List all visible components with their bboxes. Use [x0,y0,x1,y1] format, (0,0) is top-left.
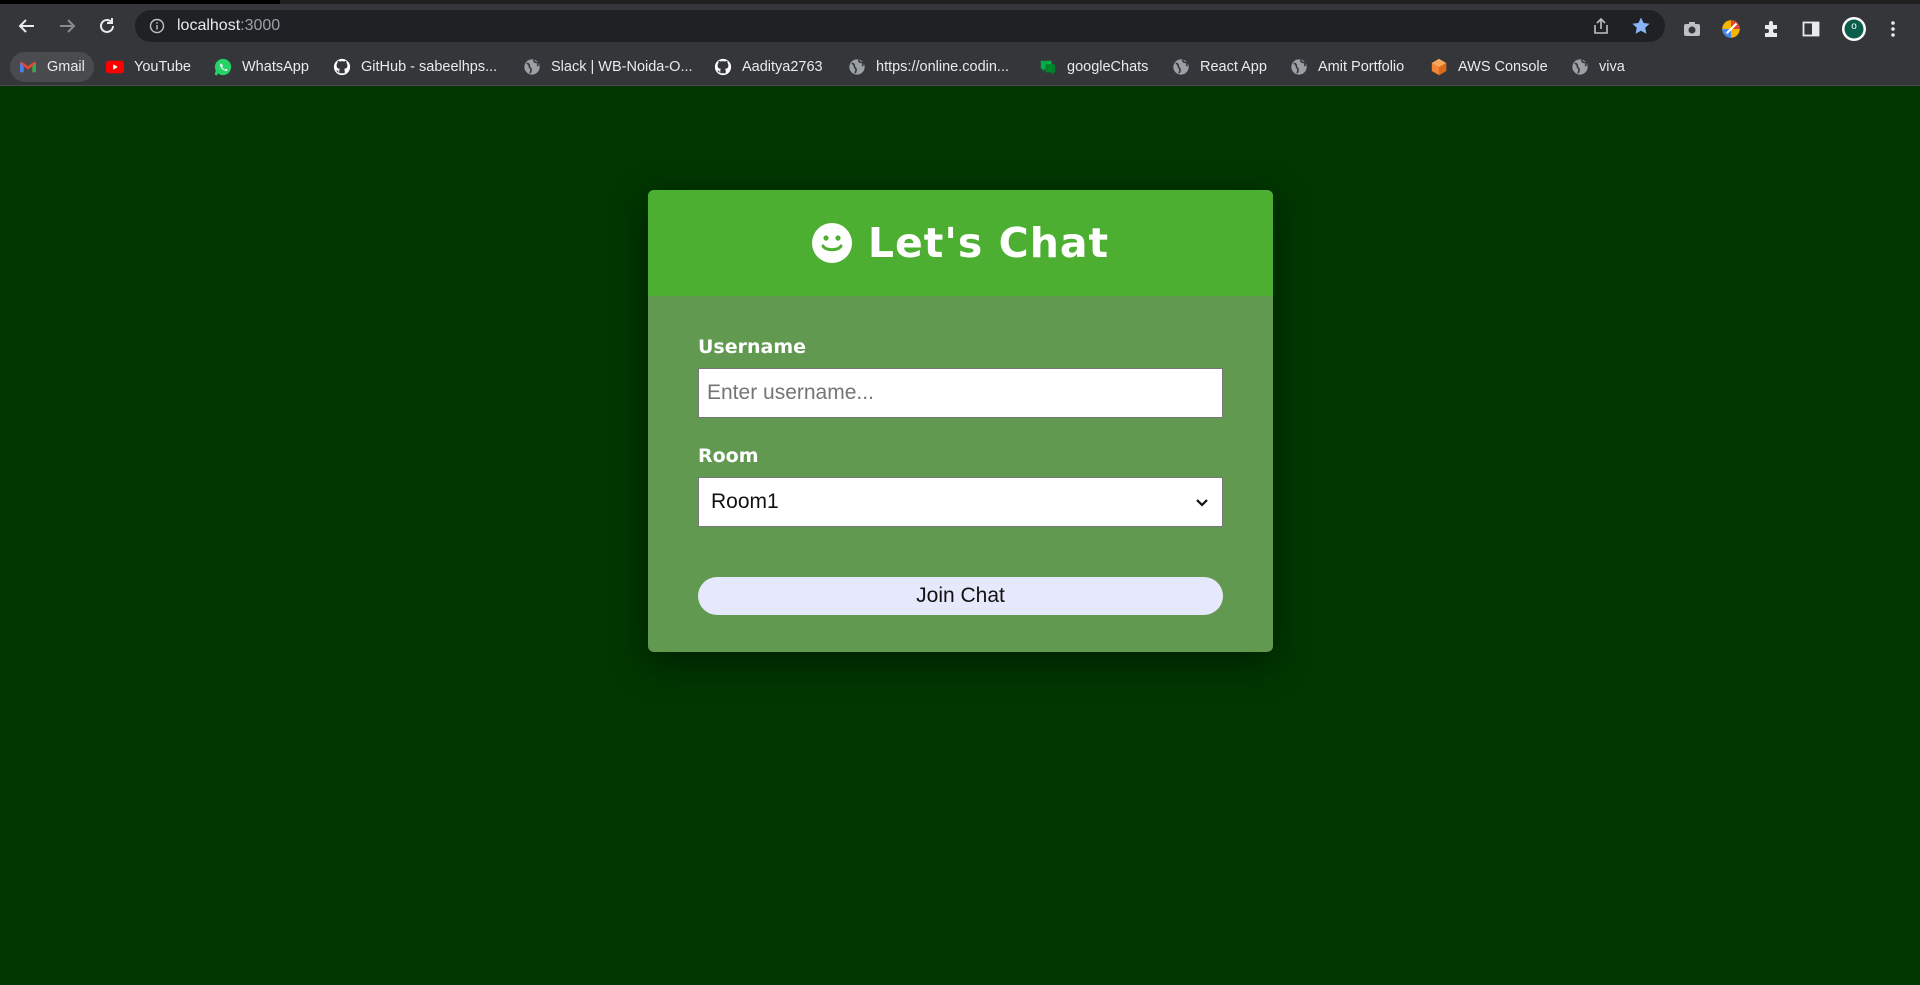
side-panel-button[interactable] [1800,18,1822,40]
card-header: Let's Chat [648,190,1273,296]
bookmark-label: React App [1200,59,1267,75]
bookmark-label: googleChats [1067,59,1149,75]
bookmark-youtube[interactable]: YouTube [100,52,197,82]
profile-avatar[interactable]: o [1841,16,1867,42]
browser-menu-button[interactable] [1882,18,1904,40]
username-input[interactable] [698,368,1223,418]
join-chat-button[interactable]: Join Chat [698,577,1223,615]
bookmark-label: GitHub - sabeelhps... [361,59,498,75]
browser-toolbar: localhost:3000 o [0,4,1920,48]
bookmark-aws-console[interactable]: AWS Console [1424,52,1554,82]
bookmark-gmail[interactable]: Gmail [10,52,94,82]
arrow-right-icon [60,19,76,33]
reload-icon [100,18,114,33]
gmail-icon [19,58,37,76]
globe-icon [1172,58,1190,76]
join-chat-card: Let's Chat Username Room Room1 Join Chat [648,190,1273,652]
more-vertical-icon [1891,21,1895,37]
bookmark-github-sabeel[interactable]: GitHub - sabeelhps... [327,52,503,82]
room-label: Room [698,445,759,467]
github-icon [333,58,351,76]
url-host: localhost [177,17,241,34]
smiley-icon [811,223,852,263]
reload-button[interactable] [87,6,127,46]
whatsapp-icon [214,58,232,76]
bookmark-label: Aaditya2763 [742,59,823,75]
bookmark-amit-portfolio[interactable]: Amit Portfolio [1284,52,1410,82]
page-title: Let's Chat [867,219,1110,267]
chevron-down-icon [1196,499,1208,507]
bookmark-googlechats[interactable]: googleChats [1033,52,1154,82]
url-port: :3000 [240,17,281,34]
side-panel-icon [1802,21,1820,37]
forward-button[interactable] [47,6,87,46]
bookmark-star-icon[interactable] [1631,16,1651,36]
globe-icon [523,58,541,76]
url-text: localhost:3000 [177,17,280,35]
globe-icon [848,58,866,76]
aws-icon [1430,58,1448,76]
bookmark-label: WhatsApp [242,59,309,75]
bookmark-label: YouTube [134,59,191,75]
youtube-icon [106,58,124,76]
bookmark-label: Slack | WB-Noida-O... [551,59,693,75]
google-chat-icon [1039,58,1057,76]
arrow-left-icon [18,19,34,33]
address-bar[interactable]: localhost:3000 [135,10,1665,42]
globe-icon [1290,58,1308,76]
bookmark-viva[interactable]: viva [1565,52,1631,82]
bookmark-react-app[interactable]: React App [1166,52,1273,82]
github-icon [714,58,732,76]
avatar-initial: o [1851,21,1857,32]
bookmark-label: https://online.codin... [876,59,1009,75]
camera-extension[interactable] [1681,18,1703,40]
globe-icon [1571,58,1589,76]
color-extension[interactable] [1720,18,1742,40]
bookmark-slack[interactable]: Slack | WB-Noida-O... [517,52,699,82]
card-body: Username Room Room1 Join Chat [648,296,1273,652]
extensions-button[interactable] [1760,18,1782,40]
camera-icon [1684,22,1700,36]
room-select[interactable]: Room1 [698,477,1223,527]
color-picker-icon [1722,20,1740,38]
puzzle-icon [1765,21,1777,37]
username-label: Username [698,336,807,358]
back-button[interactable] [7,6,47,46]
bookmark-label: Amit Portfolio [1318,59,1405,75]
info-icon[interactable] [149,18,165,34]
bookmark-label: viva [1599,59,1625,75]
bookmark-online-coding[interactable]: https://online.codin... [842,52,1015,82]
bookmark-whatsapp[interactable]: WhatsApp [208,52,315,82]
share-icon[interactable] [1591,16,1611,36]
room-selected-value: Room1 [711,490,779,513]
bookmarks-bar: Gmail YouTube WhatsApp GitHub - sabeelhp… [0,48,1920,86]
bookmark-label: AWS Console [1458,59,1548,75]
bookmark-label: Gmail [47,59,85,75]
bookmark-aaditya[interactable]: Aaditya2763 [708,52,829,82]
